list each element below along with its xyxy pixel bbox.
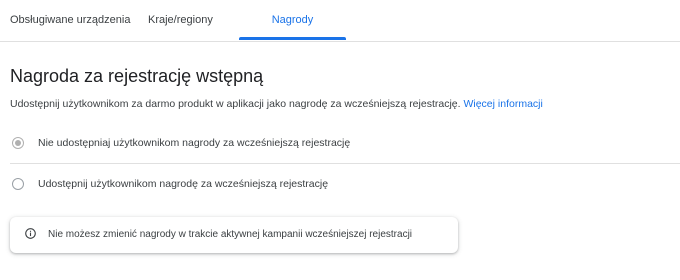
info-text: Nie możesz zmienić nagrody w trakcie akt… [48, 229, 413, 240]
description-text: Udostępnij użytkownikom za darmo produkt… [10, 98, 461, 110]
section-description: Udostępnij użytkownikom za darmo produkt… [10, 97, 543, 111]
radio-option-no-reward[interactable]: Nie udostępniaj użytkownikom nagrody za … [12, 134, 350, 152]
tab-bar: Obsługiwane urządzenia Kraje/regiony Nag… [0, 0, 680, 42]
info-banner: Nie możesz zmienić nagrody w trakcie akt… [10, 217, 458, 253]
section-title: Nagroda za rejestrację wstępną [10, 66, 264, 86]
radio-label-give-reward: Udostępnij użytkownikom nagrodę za wcześ… [38, 178, 329, 190]
tab-supported-devices[interactable]: Obsługiwane urządzenia [10, 0, 136, 41]
active-tab-indicator [239, 37, 346, 40]
info-icon [25, 228, 36, 239]
radio-label-no-reward: Nie udostępniaj użytkownikom nagrody za … [38, 137, 351, 149]
radio-option-give-reward[interactable]: Udostępnij użytkownikom nagrodę za wcześ… [12, 175, 328, 193]
radio-button-selected[interactable] [12, 137, 24, 149]
radio-button-unselected[interactable] [12, 178, 24, 190]
divider [10, 163, 680, 164]
learn-more-link[interactable]: Więcej informacji [463, 98, 542, 110]
tab-countries-regions[interactable]: Kraje/regiony [148, 0, 238, 41]
tab-rewards[interactable]: Nagrody [239, 0, 346, 41]
